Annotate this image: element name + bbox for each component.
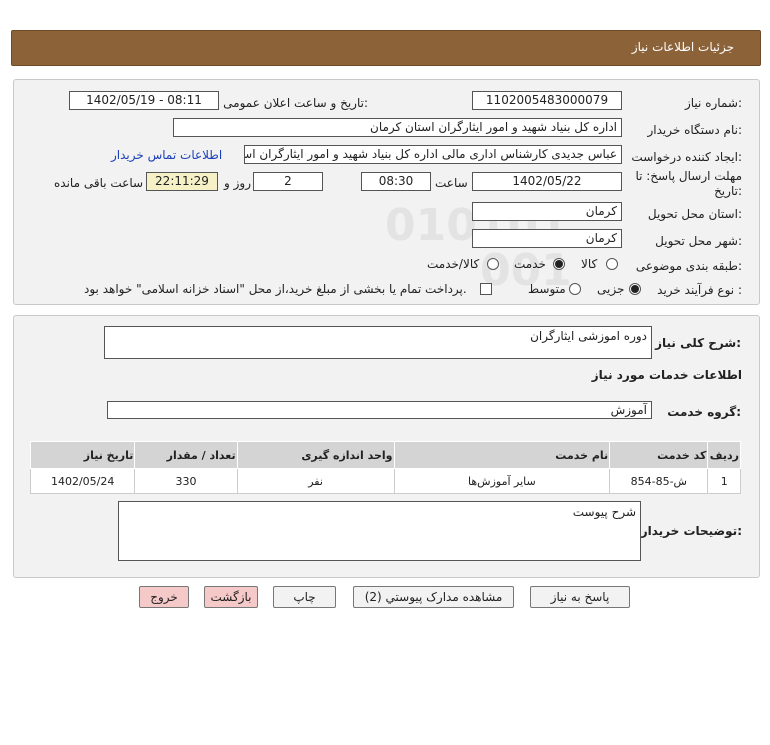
summary-label: شرح کلی نیاز: xyxy=(655,336,741,350)
city-label: شهر محل تحویل: xyxy=(655,234,742,248)
service-group-field: آموزش xyxy=(107,401,652,419)
cell-unit: نفر xyxy=(236,468,395,494)
table-row: 1 ش-85-854 سایر آموزش‌ها نفر 330 1402/05… xyxy=(29,468,741,494)
cell-qty: 330 xyxy=(134,468,238,494)
buyer-label: نام دستگاه خریدار: xyxy=(647,123,743,137)
exit-button[interactable]: خروج xyxy=(139,586,189,608)
cell-row: 1 xyxy=(707,468,741,494)
announce-label: تاریخ و ساعت اعلان عمومی: xyxy=(223,96,368,110)
remaining-time-label: ساعت باقی مانده xyxy=(54,176,144,190)
purchase-radio-minor[interactable] xyxy=(629,283,641,295)
treasury-note: پرداخت تمام یا بخشی از مبلغ خرید،از محل … xyxy=(84,282,467,296)
creator-label: ایجاد کننده درخواست: xyxy=(631,150,742,164)
cell-name: سایر آموزش‌ها xyxy=(393,468,611,494)
services-table: ردیف کد خدمت نام خدمت واحد اندازه گیری ت… xyxy=(29,441,741,494)
need-number-label: شماره نیاز: xyxy=(684,96,742,110)
cell-date: 1402/05/24 xyxy=(29,468,136,494)
remaining-time-field: 22:11:29 xyxy=(146,172,218,191)
deadline-time-label: ساعت xyxy=(435,176,468,190)
category-label: طبقه بندی موضوعی: xyxy=(635,259,742,273)
purchase-radio-medium[interactable] xyxy=(569,283,581,295)
service-group-label: گروه خدمت: xyxy=(667,405,741,419)
purchase-option-medium: متوسط xyxy=(528,282,566,296)
treasury-checkbox[interactable] xyxy=(480,283,492,295)
purchase-type-label: نوع فرآیند خرید : xyxy=(657,283,742,297)
page-header: جزئیات اطلاعات نیاز xyxy=(11,30,761,66)
buyer-contact-link[interactable]: اطلاعات تماس خریدار xyxy=(111,148,222,162)
col-unit-header: واحد اندازه گیری xyxy=(236,441,395,469)
category-radio-service[interactable] xyxy=(553,258,565,270)
buyer-notes-field: شرح پیوست xyxy=(118,501,641,561)
days-field: 2 xyxy=(253,172,323,191)
city-field: کرمان xyxy=(472,229,622,248)
print-button[interactable]: چاپ xyxy=(273,586,336,608)
days-label: روز و xyxy=(224,176,251,190)
col-code-header: کد خدمت xyxy=(609,441,709,469)
category-option-goods-service: کالا/خدمت xyxy=(427,257,480,271)
buyer-field: اداره کل بنیاد شهید و امور ایثارگران است… xyxy=(173,118,622,137)
category-radio-goods-service[interactable] xyxy=(487,258,499,270)
col-date-header: تاریخ نیاز xyxy=(29,441,136,469)
col-row-header: ردیف xyxy=(707,441,741,469)
buyer-notes-label: توضیحات خریدار: xyxy=(640,524,742,538)
province-field: کرمان xyxy=(472,202,622,221)
page-title: جزئیات اطلاعات نیاز xyxy=(631,40,734,54)
cell-code: ش-85-854 xyxy=(609,468,709,494)
services-heading: اطلاعات خدمات مورد نیاز xyxy=(591,368,742,382)
table-header-row: ردیف کد خدمت نام خدمت واحد اندازه گیری ت… xyxy=(29,441,741,469)
purchase-option-minor: جزیی xyxy=(597,282,625,296)
col-qty-header: تعداد / مقدار xyxy=(134,441,238,469)
need-number-field: 1102005483000079 xyxy=(472,91,622,110)
deadline-time-field: 08:30 xyxy=(361,172,431,191)
category-option-service: خدمت xyxy=(514,257,546,271)
announce-field: 1402/05/19 - 08:11 xyxy=(69,91,219,110)
province-label: استان محل تحویل: xyxy=(647,207,742,221)
attachments-button[interactable]: مشاهده مدارک پیوستي (2) xyxy=(353,586,514,608)
deadline-date-field: 1402/05/22 xyxy=(472,172,622,191)
category-radio-goods[interactable] xyxy=(606,258,618,270)
creator-field: عباس جدیدی کارشناس اداری مالی اداره کل ب… xyxy=(244,145,622,164)
category-option-goods: کالا xyxy=(581,257,598,271)
deadline-date-label: تاریخ: xyxy=(714,184,742,198)
deadline-label: مهلت ارسال پاسخ: تا xyxy=(635,169,742,183)
back-button[interactable]: بازگشت xyxy=(204,586,258,608)
reply-button[interactable]: پاسخ به نیاز xyxy=(530,586,630,608)
summary-field: دوره اموزشی ایثارگران xyxy=(104,326,652,359)
col-name-header: نام خدمت xyxy=(393,441,611,469)
